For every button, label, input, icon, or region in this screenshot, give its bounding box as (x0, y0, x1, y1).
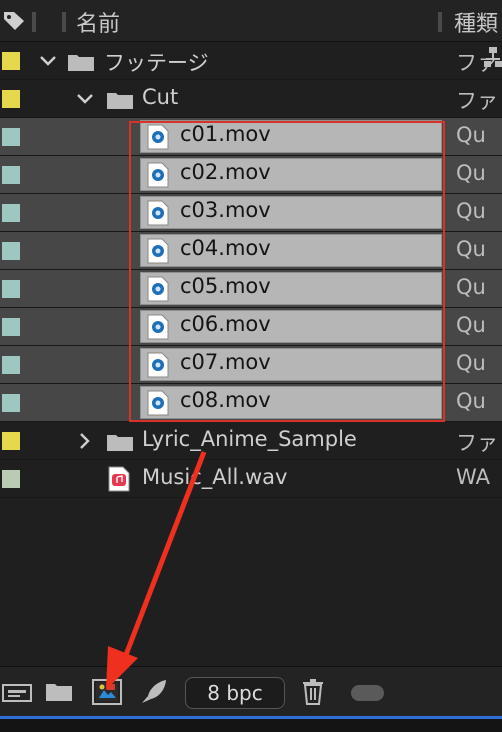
item-name: Music_All.wav (142, 465, 288, 489)
trash-icon[interactable] (302, 679, 324, 709)
new-folder-icon[interactable] (45, 682, 73, 706)
item-type: Qu (456, 123, 486, 147)
panel-header: 名前 種類 (0, 0, 502, 42)
tree-row-lyric-folder[interactable]: Lyric_Anime_Sample ファ (0, 422, 502, 460)
chevron-right-icon[interactable] (75, 431, 95, 455)
interpret-footage-icon[interactable] (2, 681, 32, 709)
item-type: Qu (456, 313, 486, 337)
label-color-swatch[interactable] (2, 242, 20, 260)
column-divider[interactable] (32, 12, 36, 32)
new-composition-icon[interactable] (92, 679, 122, 709)
item-type: Qu (456, 199, 486, 223)
label-color-swatch[interactable] (2, 52, 20, 70)
label-color-swatch[interactable] (2, 432, 20, 450)
item-name: フッテージ (104, 51, 209, 75)
folder-icon (106, 90, 134, 114)
selection-outline (129, 121, 445, 422)
column-divider[interactable] (62, 12, 66, 32)
item-type: Qu (456, 237, 486, 261)
label-color-swatch[interactable] (2, 204, 20, 222)
chevron-down-icon[interactable] (75, 89, 95, 113)
item-name: Cut (142, 85, 179, 109)
label-color-swatch[interactable] (2, 318, 20, 336)
panel-bottom-strip (0, 719, 502, 732)
render-queue-icon[interactable] (140, 679, 168, 709)
label-color-swatch[interactable] (2, 90, 20, 108)
item-name: Lyric_Anime_Sample (142, 427, 357, 451)
toggle-icon[interactable] (351, 685, 384, 701)
tree-row-cut-folder[interactable]: Cut ファ (0, 80, 502, 118)
column-header-name[interactable]: 名前 (76, 6, 120, 38)
tree-row-audio-file[interactable]: Music_All.wav WA (0, 460, 502, 498)
label-color-swatch[interactable] (2, 128, 20, 146)
item-type: ファ (456, 431, 498, 455)
label-color-swatch[interactable] (2, 394, 20, 412)
label-color-swatch[interactable] (2, 470, 20, 488)
item-type: Qu (456, 275, 486, 299)
column-divider[interactable] (438, 12, 442, 32)
column-header-type[interactable]: 種類 (454, 6, 498, 38)
item-type: ファ (456, 89, 498, 113)
item-type: Qu (456, 161, 486, 185)
folder-icon (67, 52, 95, 76)
label-color-swatch[interactable] (2, 166, 20, 184)
bit-depth-button[interactable]: 8 bpc (185, 677, 285, 709)
tree-row-footage-folder[interactable]: フッテージ ファ (0, 42, 502, 80)
item-type: ファ (456, 51, 498, 75)
label-tag-icon[interactable] (2, 10, 26, 36)
chevron-down-icon[interactable] (38, 51, 58, 75)
item-type: Qu (456, 351, 486, 375)
label-color-swatch[interactable] (2, 280, 20, 298)
audio-file-icon (108, 466, 130, 496)
project-panel-toolbar: 8 bpc (0, 666, 502, 716)
label-color-swatch[interactable] (2, 356, 20, 374)
item-type: Qu (456, 389, 486, 413)
item-type: WA (456, 465, 490, 489)
folder-icon (106, 432, 134, 456)
